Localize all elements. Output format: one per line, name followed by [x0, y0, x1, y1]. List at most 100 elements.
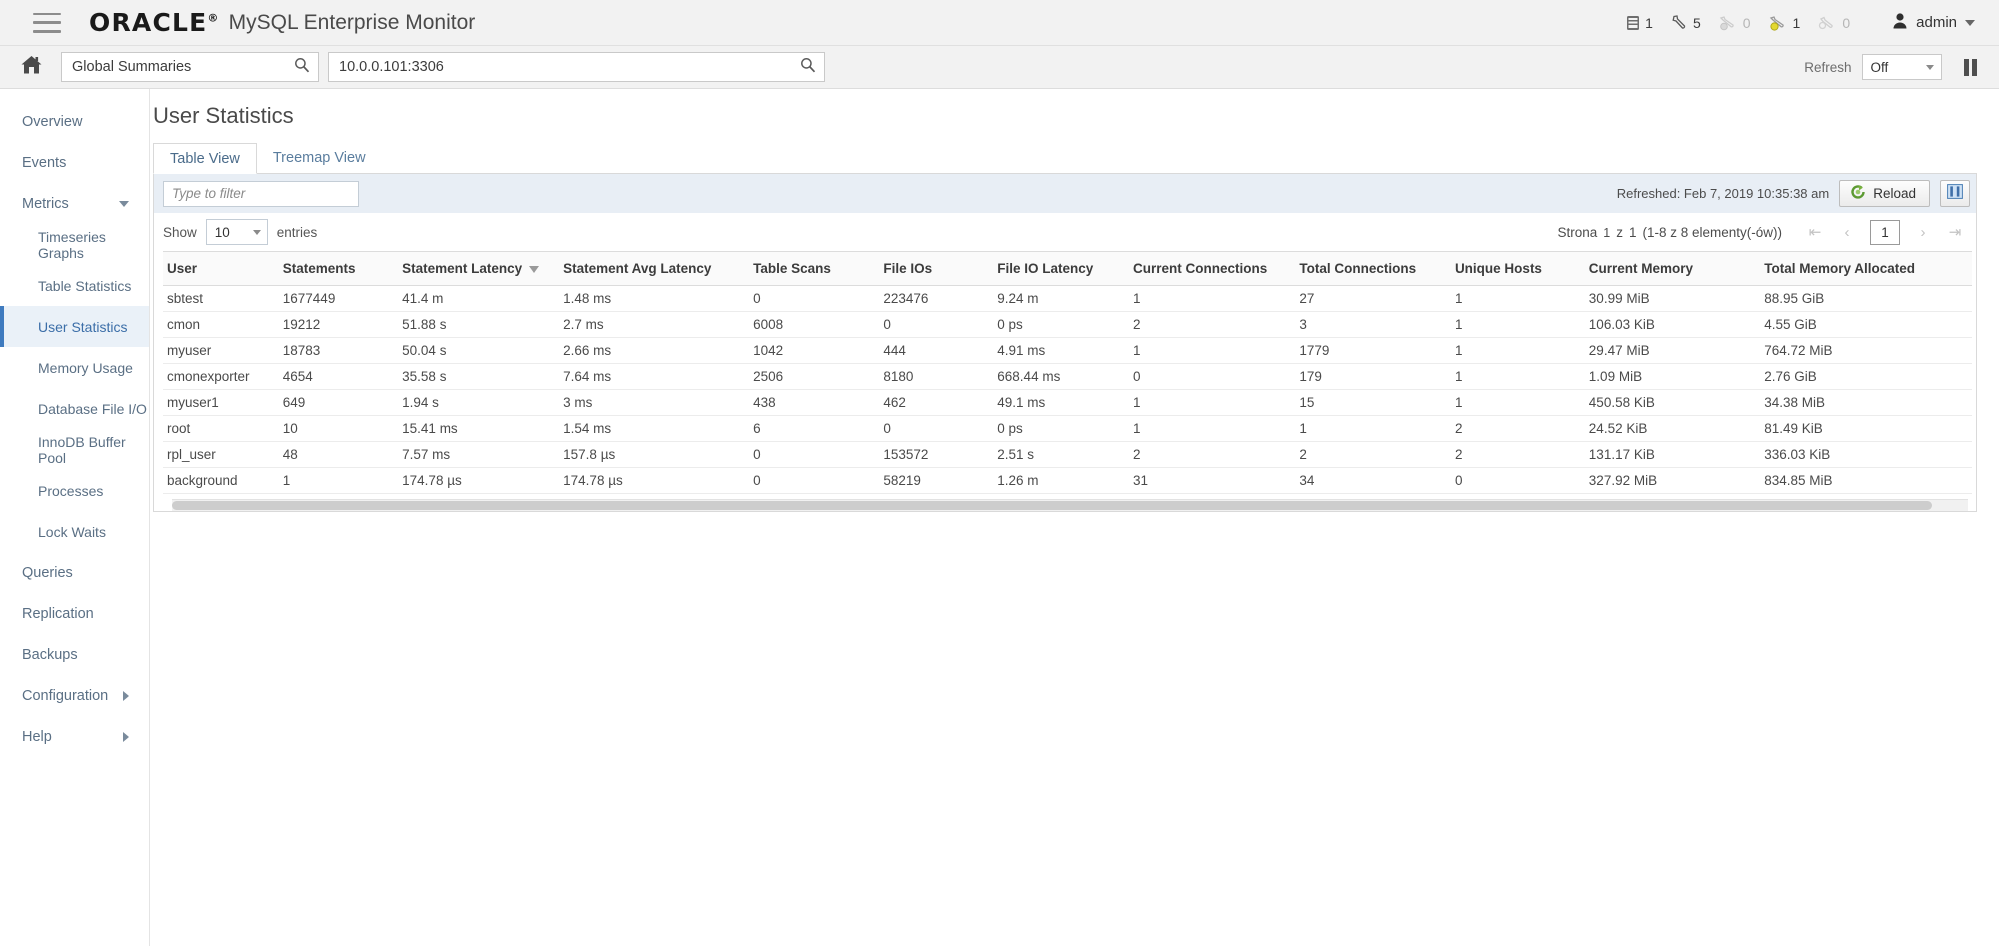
oracle-wordmark: ORACLE: [89, 8, 208, 37]
column-header-total-connections[interactable]: Total Connections: [1295, 251, 1451, 286]
cell-statement-latency: 41.4 m: [398, 285, 560, 312]
chevron-right-icon: [123, 690, 129, 701]
sidebar-item-timeseries-graphs[interactable]: Timeseries Graphs: [0, 224, 149, 265]
hamburger-icon[interactable]: [33, 12, 61, 33]
reload-button[interactable]: Reload: [1839, 180, 1930, 207]
sidebar-item-innodb-buffer-pool[interactable]: InnoDB Buffer Pool: [0, 429, 149, 470]
table-row[interactable]: myuser 18783 50.04 s 2.66 ms 1042 444 4.91 ms 1…: [163, 337, 1972, 364]
last-page-icon[interactable]: ⇥: [1940, 219, 1970, 245]
column-header-current-memory[interactable]: Current Memory: [1584, 251, 1761, 286]
table-row[interactable]: myuser1 649 1.94 s3 ms 438 462 49.1 ms 1 15 1 450…: [163, 389, 1972, 416]
entries-and-pagination: Show 10 entries Strona 1 z 1 (1-8 z 8 el…: [154, 213, 1976, 251]
sidebar-item-backups[interactable]: Backups: [0, 634, 149, 675]
warning-alert-icon: [1769, 15, 1788, 31]
column-header-current-connections[interactable]: Current Connections: [1128, 251, 1296, 286]
sidebar-item-queries[interactable]: Queries: [0, 552, 149, 593]
cell-table-scans: 0: [749, 285, 880, 312]
search-icon[interactable]: [800, 57, 816, 78]
cell-statement-avg-latency: 157.8 µs: [559, 441, 750, 468]
columns-button[interactable]: [1940, 180, 1970, 207]
column-header-user[interactable]: User: [163, 251, 279, 286]
sidebar-item-memory-usage[interactable]: Memory Usage: [0, 347, 149, 388]
status-notice-count[interactable]: 0: [1818, 15, 1850, 31]
column-header-file-ios[interactable]: File IOs: [879, 251, 994, 286]
table-header-row: User Statements Statement Latency Statement…: [163, 251, 1972, 286]
table-row[interactable]: root 10 15.41 ms 1.54 ms 6 0 0 ps 1 1 2 24.52 KiB 8…: [163, 415, 1972, 442]
horizontal-scrollbar[interactable]: [172, 499, 1968, 511]
cell-current-memory: 131.17 KiB: [1584, 441, 1761, 468]
pause-icon[interactable]: [1963, 58, 1977, 76]
sidebar-item-events[interactable]: Events: [0, 142, 149, 183]
column-header-label: Current Connections: [1132, 261, 1268, 276]
sidebar-item-processes[interactable]: Processes: [0, 470, 149, 511]
group-search-input[interactable]: [72, 53, 294, 81]
group-search-box[interactable]: [61, 52, 319, 82]
cell-user: myuser: [163, 337, 279, 364]
sidebar-item-metrics[interactable]: Metrics: [0, 183, 149, 224]
sidebar-item-help[interactable]: Help: [0, 716, 149, 757]
user-menu[interactable]: admin: [1892, 12, 1975, 34]
cell-total-connections: 3: [1295, 311, 1451, 338]
sidebar-item-label: Lock Waits: [38, 523, 106, 540]
sidebar-item-database-file-i-o[interactable]: Database File I/O: [0, 388, 149, 429]
prev-page-icon[interactable]: ‹: [1832, 219, 1862, 245]
column-header-statement-latency[interactable]: Statement Latency: [398, 251, 560, 286]
pagination-summary: Strona 1 z 1 (1-8 z 8 elementy(-ów)): [1557, 225, 1782, 240]
tab-table-view[interactable]: Table View: [153, 143, 257, 174]
cell-statement-latency: 174.78 µs: [398, 467, 560, 494]
column-header-label: Unique Hosts: [1454, 261, 1542, 276]
cell-user: root: [163, 415, 279, 442]
sidebar-item-lock-waits[interactable]: Lock Waits: [0, 511, 149, 552]
search-icon[interactable]: [294, 57, 310, 78]
instance-search-input[interactable]: [339, 53, 800, 81]
status-warning-count[interactable]: 1: [1769, 15, 1800, 31]
column-header-statements[interactable]: Statements: [278, 251, 399, 286]
cell-table-scans: 0: [749, 441, 880, 468]
refresh-label: Refresh: [1804, 59, 1852, 75]
table-row[interactable]: cmonexporter 4654 35.58 s 7.64 ms 2506 8180 66…: [163, 363, 1972, 390]
column-header-file-io-latency[interactable]: File IO Latency: [993, 251, 1129, 286]
cell-current-connections: 1: [1128, 285, 1296, 312]
sort-desc-icon: [529, 265, 540, 273]
sidebar-item-table-statistics[interactable]: Table Statistics: [0, 265, 149, 306]
cell-unique-hosts: 1: [1450, 363, 1585, 390]
refresh-interval-select[interactable]: Off: [1861, 54, 1942, 80]
sidebar-item-replication[interactable]: Replication: [0, 593, 149, 634]
sidebar-item-label: Timeseries Graphs: [38, 228, 106, 261]
home-icon[interactable]: [20, 54, 43, 80]
instance-search-box[interactable]: [328, 52, 825, 82]
sidebar-item-overview[interactable]: Overview: [0, 101, 149, 142]
cell-current-memory: 29.47 MiB: [1584, 337, 1761, 364]
pagination-total-pages: 1: [1628, 224, 1637, 240]
entries-per-page-select[interactable]: 10: [205, 219, 268, 245]
cell-unique-hosts: 0: [1450, 467, 1585, 494]
cell-total-connections: 2: [1295, 441, 1451, 468]
status-critical-count[interactable]: 0: [1719, 15, 1751, 31]
cell-current-memory: 450.58 KiB: [1584, 389, 1761, 416]
column-header-unique-hosts[interactable]: Unique Hosts: [1450, 251, 1585, 286]
page-number-input[interactable]: [1870, 219, 1900, 245]
cell-statement-avg-latency: 2.66 ms: [559, 337, 750, 364]
table-row[interactable]: sbtest 1677449 41.4 m 1.48 ms 0 223476 9.24 m1…: [163, 285, 1972, 312]
table-row[interactable]: cmon 19212 51.88 s 2.7 ms 6008 0 0 ps 2 3 1 106.03…: [163, 311, 1972, 338]
cell-file-io-latency: 0 ps: [993, 311, 1129, 338]
tab-treemap-view[interactable]: Treemap View: [257, 143, 382, 174]
next-page-icon[interactable]: ›: [1908, 219, 1938, 245]
table-row[interactable]: background 1 174.78 µs 174.78 µs 0 58219 1.26 …: [163, 467, 1972, 494]
cell-current-connections: 1: [1128, 389, 1296, 416]
status-server-count[interactable]: 1: [1626, 15, 1653, 31]
filter-input[interactable]: [163, 180, 359, 207]
first-page-icon[interactable]: ⇤: [1800, 219, 1830, 245]
pagination-of-word: z: [1616, 224, 1623, 240]
cell-table-scans: 6008: [749, 311, 880, 338]
scrollbar-thumb[interactable]: [172, 501, 1933, 510]
table-row[interactable]: rpl_user 48 7.57 ms 157.8 µs 0 153572 2.51 s22…: [163, 441, 1972, 468]
cell-file-ios: 462: [879, 389, 994, 416]
column-header-total-memory-allocated[interactable]: Total Memory Allocated: [1760, 251, 1972, 286]
column-header-table-scans[interactable]: Table Scans: [749, 251, 880, 286]
cell-statements: 48: [278, 441, 399, 468]
sidebar-item-configuration[interactable]: Configuration: [0, 675, 149, 716]
column-header-statement-avg-latency[interactable]: Statement Avg Latency: [559, 251, 750, 286]
sidebar-item-user-statistics[interactable]: User Statistics: [0, 306, 149, 347]
status-wrench-count[interactable]: 5: [1671, 14, 1701, 31]
